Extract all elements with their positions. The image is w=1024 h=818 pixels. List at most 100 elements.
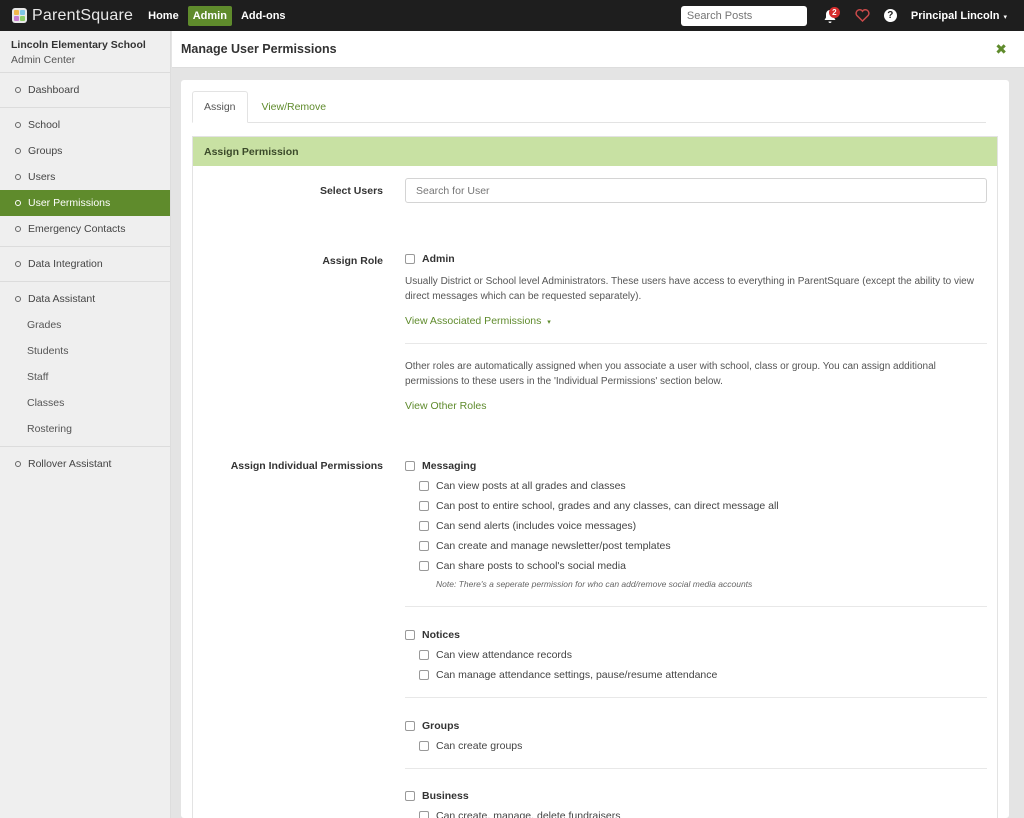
group-name: Business: [422, 790, 469, 802]
sidebar-item-emergency-contacts[interactable]: Emergency Contacts: [0, 216, 170, 242]
search-user-input[interactable]: [405, 178, 987, 203]
sidebar-group: Data Assistant Grades Students Staff Cla…: [0, 282, 170, 447]
group-messaging: Messaging: [405, 460, 476, 472]
admin-description: Usually District or School level Adminis…: [405, 276, 974, 302]
user-name: Principal Lincoln: [910, 9, 1000, 22]
group-groups: Groups: [405, 720, 459, 732]
sidebar-item-rollover-assistant[interactable]: Rollover Assistant: [0, 451, 170, 477]
notices-checkbox[interactable]: [405, 630, 415, 640]
admin-sidebar: Lincoln Elementary School Admin Center D…: [0, 31, 171, 818]
permission-item: Can post to entire school, grades and an…: [419, 500, 779, 512]
view-associated-label: View Associated Permissions: [405, 315, 542, 327]
group-name: Messaging: [422, 460, 477, 472]
permission-checkbox[interactable]: [419, 650, 429, 660]
circle-icon: [15, 174, 21, 180]
group-name: Notices: [422, 629, 460, 641]
permission-checkbox[interactable]: [419, 741, 429, 751]
permission-item: Can view posts at all grades and classes: [419, 480, 626, 492]
permission-checkbox[interactable]: [419, 541, 429, 551]
view-other-roles-link[interactable]: View Other Roles: [405, 400, 487, 412]
business-checkbox[interactable]: [405, 791, 415, 801]
permission-item: Can manage attendance settings, pause/re…: [419, 669, 717, 681]
notifications-button[interactable]: 2: [823, 6, 841, 25]
permission-label: Can create groups: [436, 740, 523, 752]
view-associated-permissions-link[interactable]: View Associated Permissions ▾: [405, 315, 551, 327]
sidebar-item-label: Data Integration: [28, 258, 103, 270]
sidebar-item-dashboard[interactable]: Dashboard: [0, 77, 170, 103]
assign-role-label: Assign Role: [322, 255, 383, 267]
permission-checkbox[interactable]: [419, 811, 429, 818]
sidebar-header: Lincoln Elementary School Admin Center: [0, 31, 170, 73]
permission-label: Can create and manage newsletter/post te…: [436, 540, 671, 552]
nav-add-ons[interactable]: Add-ons: [236, 6, 291, 26]
group-name: Groups: [422, 720, 460, 732]
help-icon[interactable]: ?: [883, 9, 897, 22]
permission-checkbox[interactable]: [419, 501, 429, 511]
sidebar-item-school[interactable]: School: [0, 112, 170, 138]
permission-label: Can send alerts (includes voice messages…: [436, 520, 637, 532]
permission-item: Can view attendance records: [419, 649, 572, 661]
permission-label: Can manage attendance settings, pause/re…: [436, 669, 718, 681]
permission-label: Can post to entire school, grades and an…: [436, 500, 779, 512]
school-name: Lincoln Elementary School: [11, 39, 146, 51]
heart-icon[interactable]: [855, 9, 870, 22]
sidebar-group: Dashboard: [0, 73, 170, 108]
assign-individual-permissions-label: Assign Individual Permissions: [230, 460, 383, 472]
circle-icon: [15, 122, 21, 128]
permission-checkbox[interactable]: [419, 670, 429, 680]
messaging-checkbox[interactable]: [405, 461, 415, 471]
social-media-note: Note: There's a seperate permission for …: [436, 579, 753, 589]
tab-assign[interactable]: Assign: [192, 91, 248, 123]
sidebar-subitem-classes[interactable]: Classes: [0, 390, 170, 416]
permission-item: Can create groups: [419, 740, 522, 752]
permission-checkbox[interactable]: [419, 561, 429, 571]
sidebar-item-label: Users: [28, 171, 56, 183]
close-icon[interactable]: ✖: [995, 41, 1007, 58]
circle-icon: [15, 461, 21, 467]
circle-icon: [15, 148, 21, 154]
sidebar-item-groups[interactable]: Groups: [0, 138, 170, 164]
sidebar-group: Data Integration: [0, 247, 170, 282]
sidebar-item-user-permissions[interactable]: User Permissions: [0, 190, 170, 216]
groups-checkbox[interactable]: [405, 721, 415, 731]
permission-checkbox[interactable]: [419, 521, 429, 531]
divider: [405, 606, 987, 607]
sidebar-item-users[interactable]: Users: [0, 164, 170, 190]
caret-down-icon: ▾: [547, 319, 551, 326]
top-nav-bar: ParentSquare Home Admin Add-ons 2 ? Prin…: [0, 0, 1024, 31]
sidebar-subitem-rostering[interactable]: Rostering: [0, 416, 170, 442]
sidebar-item-label: Emergency Contacts: [28, 223, 126, 235]
group-notices: Notices: [405, 629, 460, 641]
brand-logo[interactable]: ParentSquare: [12, 7, 133, 25]
sidebar-subtitle: Admin Center: [11, 54, 76, 66]
section-title: Assign Permission: [193, 137, 997, 166]
brand-name: ParentSquare: [32, 6, 134, 24]
permission-checkbox[interactable]: [419, 481, 429, 491]
permission-item: Can create, manage, delete fundraisers: [419, 810, 620, 818]
user-menu[interactable]: Principal Lincoln ▾: [911, 10, 1007, 22]
circle-icon: [15, 296, 21, 302]
role-admin-label: Admin: [422, 253, 455, 265]
sidebar-subitem-staff[interactable]: Staff: [0, 364, 170, 390]
sidebar-subitem-grades[interactable]: Grades: [0, 312, 170, 338]
tab-view-remove[interactable]: View/Remove: [248, 91, 338, 123]
permissions-card: Assign View/Remove Assign Permission Sel…: [181, 80, 1009, 818]
permission-label: Can view attendance records: [436, 649, 572, 661]
permission-item: Can send alerts (includes voice messages…: [419, 520, 636, 532]
assign-permission-section: Assign Permission Select Users Assign Ro…: [192, 136, 998, 818]
nav-admin[interactable]: Admin: [187, 5, 232, 26]
permission-label: Can share posts to school's social media: [436, 560, 626, 572]
permission-label: Can create, manage, delete fundraisers: [436, 810, 621, 818]
role-admin: Admin: [405, 253, 455, 265]
divider: [405, 768, 987, 769]
permission-label: Can view posts at all grades and classes: [436, 480, 626, 492]
sidebar-item-label: Groups: [28, 145, 63, 157]
sidebar-subitem-students[interactable]: Students: [0, 338, 170, 364]
admin-checkbox[interactable]: [405, 254, 415, 264]
select-users-label: Select Users: [319, 185, 383, 197]
search-posts-input[interactable]: [680, 5, 807, 26]
permission-item: Can create and manage newsletter/post te…: [419, 540, 671, 552]
nav-home[interactable]: Home: [143, 6, 184, 26]
sidebar-item-data-assistant[interactable]: Data Assistant: [0, 286, 170, 312]
sidebar-item-data-integration[interactable]: Data Integration: [0, 251, 170, 277]
